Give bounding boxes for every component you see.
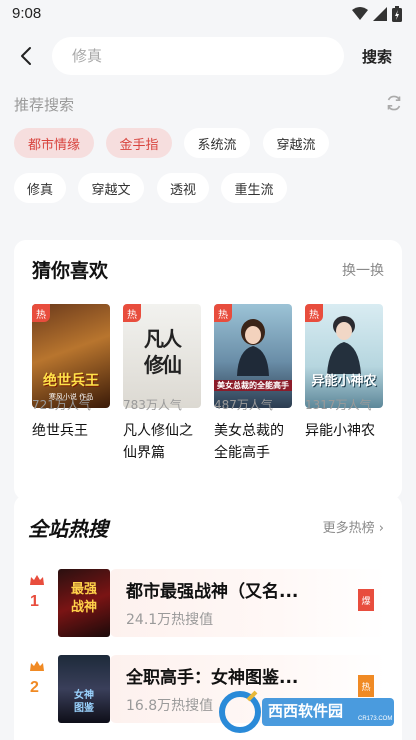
hot-list-title: 全站热搜: [28, 517, 108, 541]
rank-cover: 女神图鉴: [58, 655, 110, 723]
book-cover: 热 异能小神农: [305, 304, 383, 408]
status-icons: [352, 6, 402, 22]
signal-icon: [373, 7, 387, 21]
chevron-left-icon: [21, 47, 31, 65]
tag-toushi[interactable]: 透视: [157, 173, 209, 203]
book-title: 凡人修仙之仙界篇: [123, 423, 193, 461]
book-popularity: 783万人气: [123, 398, 182, 412]
search-input[interactable]: [52, 37, 344, 75]
battery-icon: [392, 6, 402, 22]
rank-heat: 16.8万热搜值: [126, 698, 214, 714]
book-title: 美女总裁的全能高手: [214, 423, 284, 461]
tag-jinshouzhi[interactable]: 金手指: [106, 128, 172, 158]
rank-title: 全职高手：女神图鉴...: [126, 668, 299, 688]
crown-icon: [30, 661, 44, 671]
rank-number: 1: [30, 593, 39, 610]
book-title: 异能小神农: [305, 423, 375, 439]
back-button[interactable]: [12, 42, 40, 70]
cover-title: 异能小神农: [311, 374, 377, 389]
search-button[interactable]: 搜索: [362, 46, 392, 67]
hot-badge: 热: [123, 304, 141, 322]
character-illustration: [327, 316, 361, 374]
watermark-url: CR173.COM: [358, 716, 393, 722]
tag-chuanyueliu[interactable]: 穿越流: [263, 128, 329, 158]
hot-badge: 热: [32, 304, 50, 322]
rank-cover: 最强战神: [58, 569, 110, 637]
cover-title: 美女总裁的全能高手: [214, 380, 292, 391]
book-title: 绝世兵王: [32, 423, 88, 439]
tag-chuanyuewen[interactable]: 穿越文: [78, 173, 144, 203]
recommend-title: 推荐搜索: [14, 96, 75, 114]
hot-badge: 热: [214, 304, 232, 322]
tag-xiuzhen[interactable]: 修真: [14, 173, 66, 203]
rank-cover-title: 最强战神: [70, 582, 97, 615]
more-hot-list-link[interactable]: 更多热榜 ›: [323, 517, 384, 536]
book-card[interactable]: 热 美女总裁的全能高手 美女总裁的全能高手: [214, 304, 294, 464]
rank-number: 2: [30, 679, 39, 696]
book-popularity: 721万人气: [32, 398, 91, 412]
status-time: 9:08: [12, 5, 42, 22]
tag-chongshengliu[interactable]: 重生流: [221, 173, 287, 203]
rank-cover-title: 女神图鉴: [74, 690, 94, 714]
character-illustration: [237, 319, 269, 376]
guess-title: 猜你喜欢: [32, 260, 109, 282]
explosive-badge: 爆: [358, 589, 374, 611]
book-card[interactable]: 热 凡人修仙 凡人修仙之仙界篇: [123, 304, 203, 464]
book-card[interactable]: 热 异能小神农 异能小神农: [305, 304, 385, 442]
watermark-logo: 西西软件园 CR173.COM: [218, 690, 398, 734]
crown-icon: [30, 575, 44, 585]
cover-title: 凡人修仙: [144, 327, 182, 377]
rank-heat: 24.1万热搜值: [126, 612, 214, 628]
hot-badge: 热: [305, 304, 323, 322]
wifi-icon: [352, 7, 368, 20]
tag-dushi-qingyuan[interactable]: 都市情缘: [14, 128, 94, 158]
book-cover: 热 美女总裁的全能高手: [214, 304, 292, 408]
search-box[interactable]: [52, 37, 344, 75]
book-card[interactable]: 热 绝世兵王 寒风小说 作品 绝世兵王: [32, 304, 112, 442]
book-cover: 热 绝世兵王 寒风小说 作品: [32, 304, 110, 408]
book-popularity: 487万人气: [214, 398, 273, 412]
tag-xitongliu[interactable]: 系统流: [184, 128, 250, 158]
book-popularity: 1317万人气: [305, 398, 372, 412]
cover-title: 绝世兵王: [43, 373, 99, 389]
swap-button[interactable]: 换一换: [342, 260, 384, 280]
hot-list-item[interactable]: 1 最强战神 都市最强战神（又名... 24.1万热搜值 爆: [14, 569, 402, 639]
book-cover: 热 凡人修仙: [123, 304, 201, 408]
status-bar: 9:08: [0, 0, 416, 30]
watermark-label: 西西软件园: [268, 702, 344, 720]
rank-title: 都市最强战神（又名...: [126, 582, 299, 602]
refresh-icon[interactable]: [385, 94, 403, 112]
guess-card: 猜你喜欢 换一换 热 绝世兵王 寒风小说 作品 绝世兵王 721万人气 热 凡人…: [14, 240, 402, 500]
